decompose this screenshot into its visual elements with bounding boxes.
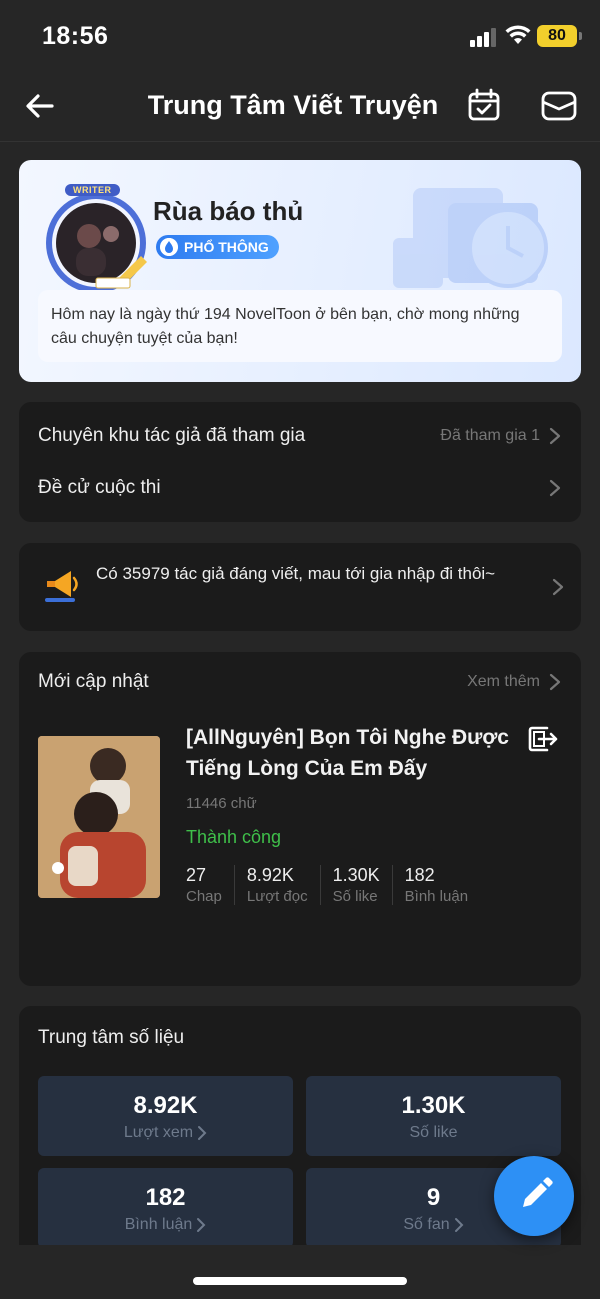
battery-indicator: 80 xyxy=(537,25,582,47)
status-time: 18:56 xyxy=(42,22,109,50)
export-icon[interactable] xyxy=(527,724,559,754)
see-more-link[interactable]: Xem thêm xyxy=(467,672,562,692)
writer-badge: WRITER xyxy=(65,184,120,196)
promo-text: Có 35979 tác giả đáng viết, mau tới gia … xyxy=(96,564,496,583)
likes-tile[interactable]: 1.30K Số like xyxy=(306,1076,561,1156)
chevron-right-icon xyxy=(549,673,561,691)
chevron-right-icon xyxy=(549,427,561,445)
stat-comments: 182 Bình luận xyxy=(391,865,480,905)
stat-value: 1.30K xyxy=(332,865,380,885)
username: Rùa báo thủ xyxy=(153,196,304,226)
mail-icon[interactable] xyxy=(541,90,577,122)
stat-value: 182 xyxy=(404,865,435,885)
joined-zones-row[interactable]: Chuyên khu tác giả đã tham gia Đã tham g… xyxy=(38,416,562,456)
page-title: Trung Tâm Viết Truyện xyxy=(0,90,600,121)
joined-zones-label: Chuyên khu tác giả đã tham gia xyxy=(38,425,306,446)
book-stats: 27 Chap 8.92K Lượt đọc 1.30K Số like 182… xyxy=(186,865,480,905)
status-bar: 18:56 80 xyxy=(0,0,600,70)
home-indicator[interactable] xyxy=(193,1277,407,1285)
data-center-header: Trung tâm số liệu xyxy=(38,1027,185,1048)
publish-status: Thành công xyxy=(186,827,282,847)
stat-label: Lượt đọc xyxy=(246,888,308,905)
tile-label: Bình luận xyxy=(124,1216,193,1233)
tile-label: Số fan xyxy=(403,1216,450,1233)
stat-chapters: 27 Chap xyxy=(186,865,234,905)
see-more-label: Xem thêm xyxy=(467,673,540,690)
stat-reads: 8.92K Lượt đọc xyxy=(233,865,320,905)
megaphone-icon xyxy=(45,571,78,602)
views-tile[interactable]: 8.92K Lượt xem xyxy=(38,1076,293,1156)
promo-banner[interactable]: Có 35979 tác giả đáng viết, mau tới gia … xyxy=(19,543,581,631)
nav-bar: Trung Tâm Viết Truyện xyxy=(0,70,600,142)
wifi-icon xyxy=(505,25,531,44)
tile-value: 1.30K xyxy=(401,1092,466,1119)
stat-value: 8.92K xyxy=(246,865,294,885)
data-center-header-row: Trung tâm số liệu xyxy=(38,1018,562,1058)
document-clock-illustration xyxy=(393,188,548,288)
tier-badge[interactable]: PHỔ THÔNG xyxy=(156,235,279,259)
comments-tile[interactable]: 182 Bình luận xyxy=(38,1168,293,1248)
word-count: 11446 chữ xyxy=(186,795,257,812)
flame-icon xyxy=(160,238,178,256)
latest-header-row: Mới cập nhật Xem thêm xyxy=(38,662,562,702)
tile-label: Số like xyxy=(409,1124,458,1141)
book-title[interactable]: [AllNguyên] Bọn Tôi Nghe Được Tiếng Lòng… xyxy=(186,722,526,784)
chevron-right-icon xyxy=(197,1218,206,1232)
profile-card[interactable]: WRITER Rùa báo thủ PHỔ THÔNG Hôm nay là … xyxy=(19,160,581,382)
latest-update-card: Mới cập nhật Xem thêm [AllNguyên] Bọn Tô… xyxy=(19,652,581,986)
stat-likes: 1.30K Số like xyxy=(319,865,392,905)
tier-label: PHỔ THÔNG xyxy=(184,239,269,255)
stat-label: Chap xyxy=(186,888,222,905)
stat-value: 27 xyxy=(186,865,207,885)
joined-zones-value: Đã tham gia 1 xyxy=(440,427,540,444)
chevron-right-icon xyxy=(198,1126,207,1140)
calendar-check-icon[interactable] xyxy=(467,88,501,122)
author-menu-card: Chuyên khu tác giả đã tham gia Đã tham g… xyxy=(19,402,581,522)
tile-value: 8.92K xyxy=(133,1092,198,1119)
signal-icon xyxy=(470,28,496,47)
stat-label: Số like xyxy=(332,888,378,905)
avatar[interactable] xyxy=(41,186,151,296)
chevron-right-icon xyxy=(552,578,564,596)
book-cover-art xyxy=(38,736,160,898)
tile-value: 182 xyxy=(145,1184,186,1211)
tile-label: Lượt xem xyxy=(123,1124,194,1141)
stat-label: Bình luận xyxy=(404,888,469,905)
latest-header: Mới cập nhật xyxy=(38,671,149,692)
chevron-right-icon xyxy=(454,1218,464,1232)
book-cover[interactable] xyxy=(38,736,160,898)
chevron-right-icon xyxy=(549,479,561,497)
bottom-safe-area xyxy=(0,1245,600,1299)
greeting-message: Hôm nay là ngày thứ 194 NovelToon ở bên … xyxy=(38,290,562,362)
contest-row[interactable]: Đề cử cuộc thi xyxy=(38,468,562,508)
write-fab-button[interactable] xyxy=(494,1156,574,1236)
contest-label: Đề cử cuộc thi xyxy=(38,477,161,498)
page-title-text: Trung Tâm Viết Truyện xyxy=(147,90,439,120)
pencil-icon xyxy=(523,1177,553,1207)
